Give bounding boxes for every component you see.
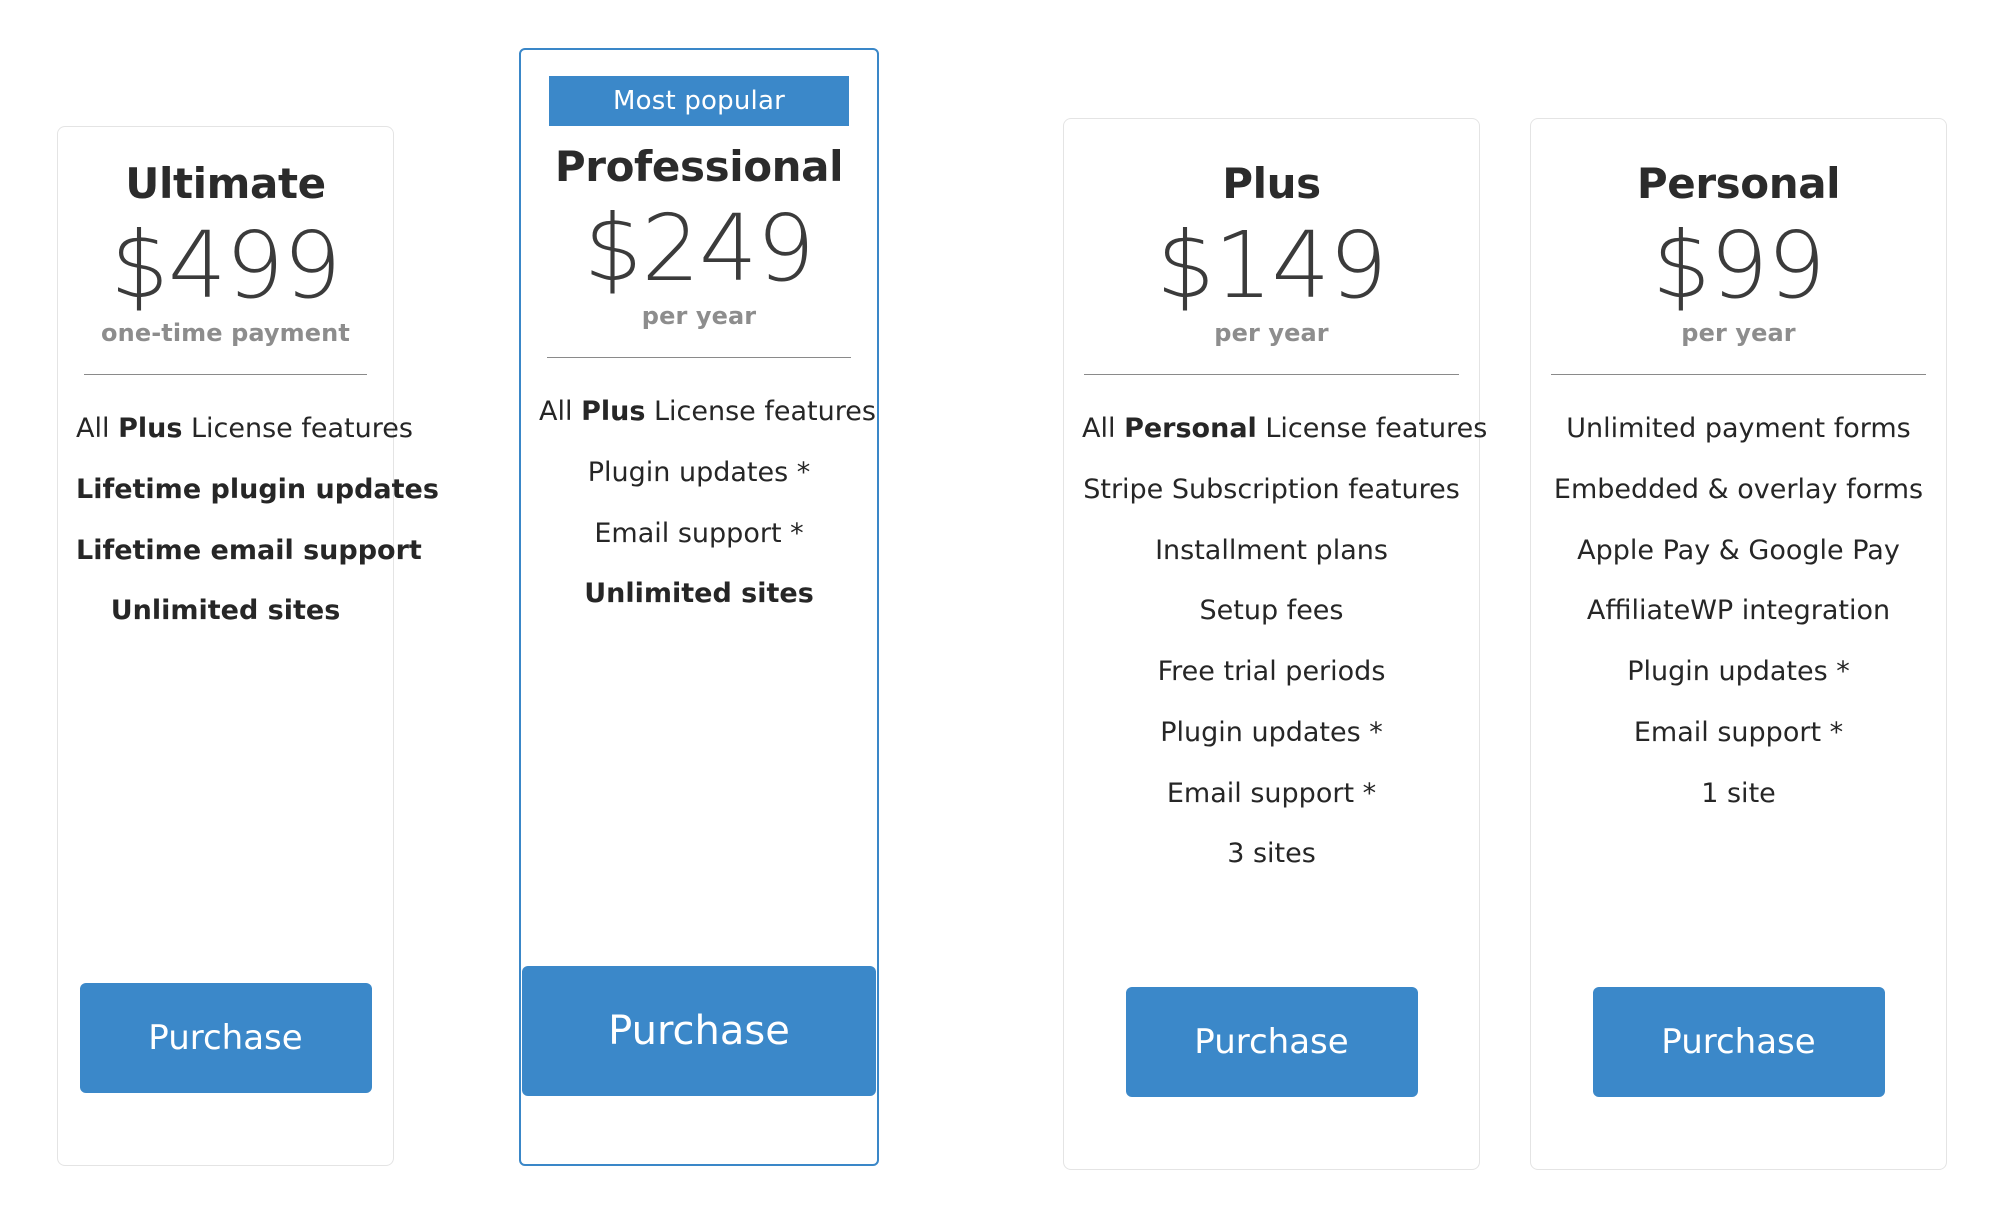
feature-item: Setup fees: [1199, 595, 1344, 627]
feature-list-plus: All Personal License features Stripe Subs…: [1064, 399, 1488, 885]
feature-item: Email support *: [594, 517, 804, 549]
plan-price-ultimate: $499: [110, 212, 341, 319]
purchase-button-personal[interactable]: Purchase: [1592, 987, 1885, 1097]
pricing-card-plus[interactable]: Plus $149 per year All Personal License …: [1063, 118, 1488, 1170]
plan-price-personal: $99: [1652, 212, 1826, 319]
card-header-professional: Professional $249 per year: [521, 126, 877, 330]
plan-title-plus: Plus: [1222, 159, 1321, 208]
purchase-button-plus[interactable]: Purchase: [1125, 987, 1418, 1097]
card-divider: [1084, 373, 1459, 375]
most-popular-badge: Most popular: [549, 76, 849, 126]
feature-list-ultimate: All Plus License features Lifetime plugin…: [58, 399, 439, 642]
plan-price-plus: $149: [1156, 212, 1387, 319]
feature-item: 3 sites: [1227, 838, 1316, 870]
plan-price-professional: $249: [583, 195, 815, 302]
feature-item: Plugin updates *: [587, 456, 811, 488]
purchase-button-professional[interactable]: Purchase: [522, 966, 876, 1096]
cta-slot-personal: Purchase: [1531, 987, 1946, 1169]
feature-item: Free trial periods: [1157, 656, 1386, 688]
feature-emphasis: Plus: [118, 413, 183, 445]
feature-item: All Plus License features: [76, 413, 413, 445]
feature-item: Email support *: [1633, 716, 1844, 748]
plan-period-personal: per year: [1681, 318, 1796, 347]
pricing-card-personal[interactable]: Personal $99 per year Unlimited payment …: [1530, 118, 1947, 1170]
feature-item: Installment plans: [1155, 534, 1388, 566]
plan-title-professional: Professional: [554, 142, 844, 191]
feature-item: Apple Pay & Google Pay: [1577, 534, 1900, 566]
plan-title-personal: Personal: [1636, 159, 1841, 208]
feature-item: Embedded & overlay forms: [1553, 473, 1924, 505]
feature-item: Email support *: [1166, 777, 1377, 809]
feature-item: Stripe Subscription features: [1083, 473, 1460, 505]
feature-item: Unlimited sites: [584, 578, 814, 610]
feature-item: 1 site: [1701, 777, 1776, 809]
plan-period-plus: per year: [1214, 318, 1329, 347]
card-divider: [1551, 373, 1926, 375]
purchase-button-ultimate[interactable]: Purchase: [79, 983, 372, 1093]
feature-item: Lifetime email support: [76, 534, 422, 566]
feature-item: Unlimited payment forms: [1566, 413, 1911, 445]
pricing-card-ultimate[interactable]: Ultimate $499 one-time payment All Plus …: [57, 126, 439, 1166]
feature-item: Lifetime plugin updates: [76, 473, 439, 505]
card-header-ultimate: Ultimate $499 one-time payment: [58, 127, 393, 347]
cta-slot-ultimate: Purchase: [58, 983, 393, 1165]
feature-list-personal: Unlimited payment forms Embedded & overla…: [1531, 399, 1946, 824]
feature-item: Plugin updates *: [1627, 656, 1850, 688]
feature-item: Unlimited sites: [110, 595, 341, 627]
feature-list-professional: All Plus License features Plugin updates …: [521, 382, 877, 625]
feature-item: All Personal License features: [1082, 413, 1488, 445]
feature-emphasis: Personal: [1124, 413, 1257, 445]
card-header-plus: Plus $149 per year: [1064, 119, 1479, 347]
card-header-personal: Personal $99 per year: [1531, 119, 1946, 347]
card-divider: [84, 373, 367, 375]
plan-period-ultimate: one-time payment: [101, 318, 350, 347]
feature-item: AffiliateWP integration: [1586, 595, 1891, 627]
feature-emphasis: Plus: [581, 396, 646, 428]
plan-title-ultimate: Ultimate: [125, 159, 326, 208]
feature-item: All Plus License features: [539, 396, 876, 428]
feature-item: Plugin updates *: [1160, 716, 1383, 748]
card-divider: [547, 356, 851, 358]
pricing-table: Ultimate $499 one-time payment All Plus …: [0, 0, 2000, 1219]
cta-slot-plus: Purchase: [1064, 987, 1479, 1169]
pricing-card-professional[interactable]: Most popular Professional $249 per year …: [519, 48, 879, 1166]
plan-period-professional: per year: [641, 301, 757, 330]
cta-slot-professional: Purchase: [521, 966, 877, 1164]
